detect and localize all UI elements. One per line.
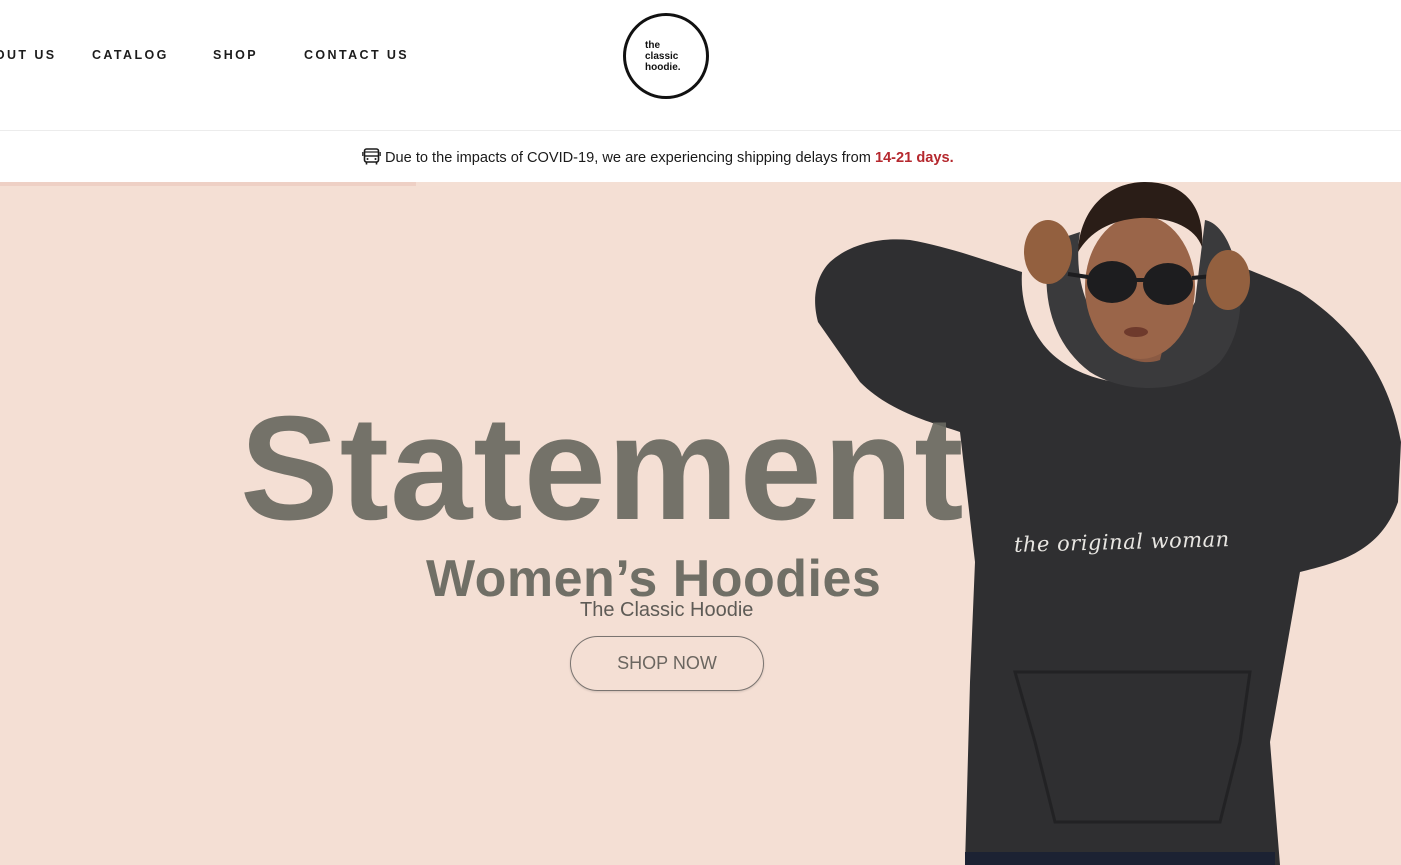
nav-catalog[interactable]: CATALOG: [92, 47, 169, 63]
bus-icon: [362, 148, 381, 165]
brand-logo[interactable]: the classic hoodie.: [623, 13, 709, 99]
hero-banner: Statement the original woman Women’s Hoo…: [0, 182, 1401, 865]
hero-top-divider: [0, 182, 416, 186]
announcement-text: Due to the impacts of COVID-19, we are e…: [385, 150, 875, 166]
site-header: ABOUT US CATALOG SHOP CONTACT US the cla…: [0, 0, 1401, 131]
logo-line-2: classic: [645, 51, 679, 62]
shop-now-button[interactable]: SHOP NOW: [570, 636, 764, 691]
logo-line-3: hoodie.: [645, 62, 681, 73]
hero-title: Statement: [240, 386, 965, 551]
nav-about-us[interactable]: ABOUT US: [0, 47, 56, 63]
logo-line-1: the: [645, 40, 660, 51]
hero-brand-name: The Classic Hoodie: [580, 599, 754, 621]
nav-shop[interactable]: SHOP: [213, 47, 258, 63]
announcement-message: Due to the impacts of COVID-19, we are e…: [362, 148, 954, 166]
announcement-bar: Due to the impacts of COVID-19, we are e…: [0, 132, 1401, 182]
announcement-highlight: 14-21 days.: [874, 150, 954, 166]
logo-text: the classic hoodie.: [645, 40, 681, 73]
nav-contact-us[interactable]: CONTACT US: [304, 47, 409, 63]
